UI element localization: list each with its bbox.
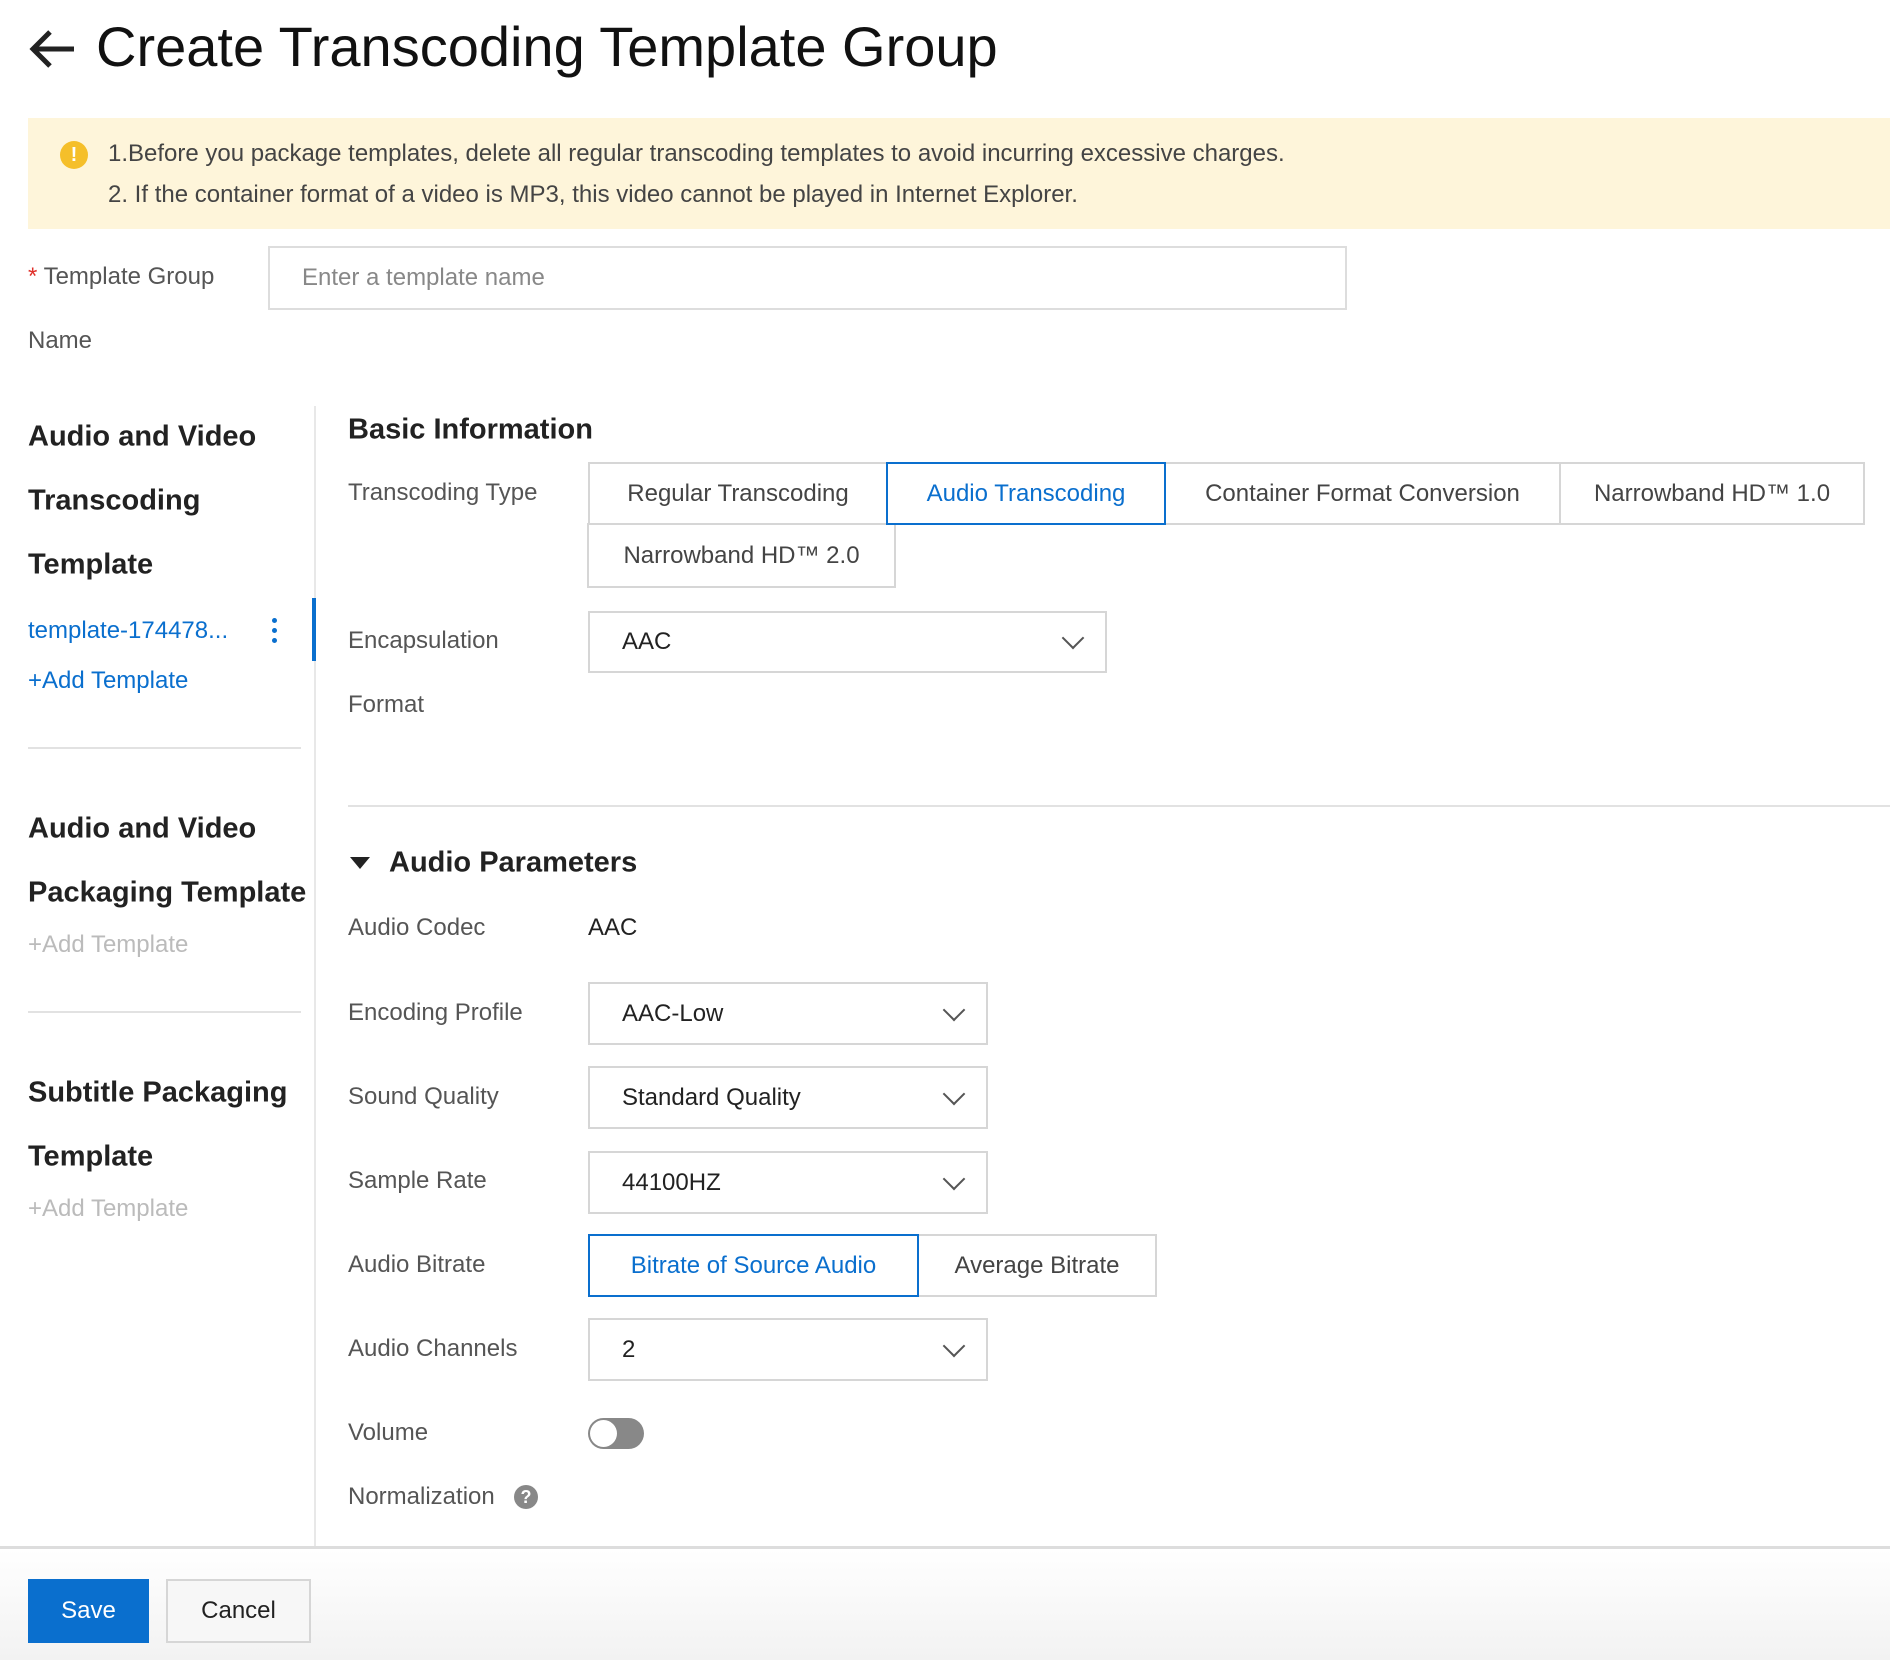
encoding-profile-label: Encoding Profile (348, 999, 523, 1026)
divider (28, 1011, 301, 1013)
sound-quality-label: Sound Quality (348, 1083, 499, 1110)
volume-toggle[interactable] (588, 1418, 644, 1449)
audio-bitrate-label: Audio Bitrate (348, 1251, 486, 1278)
encoding-profile-select[interactable]: AAC-Low (588, 982, 988, 1045)
notice-line: 1.Before you package templates, delete a… (108, 140, 1285, 167)
section-title: Transcoding (28, 484, 201, 517)
add-subtitle-template: +Add Template (28, 1195, 189, 1222)
more-icon[interactable] (272, 618, 278, 643)
chevron-down-icon (1061, 626, 1085, 650)
add-transcoding-template[interactable]: +Add Template (28, 667, 188, 695)
chevron-down-icon (942, 1334, 966, 1357)
tab-narrowband-hd-2[interactable]: Narrowband HD™ 2.0 (587, 523, 896, 588)
notice-banner: 1.Before you package templates, delete a… (28, 118, 1890, 229)
audio-codec-label: Audio Codec (348, 914, 486, 941)
notice-line: 2. If the container format of a video is… (108, 181, 1078, 208)
section-title: Audio and Video (28, 420, 257, 453)
select-value: AAC-Low (622, 999, 724, 1027)
caret-down-icon[interactable] (350, 857, 370, 869)
cancel-button[interactable]: Cancel (166, 1579, 311, 1643)
divider (28, 747, 301, 749)
warning-icon: ! (60, 141, 88, 169)
section-title: Subtitle Packaging (28, 1076, 288, 1109)
transcoding-type-label: Transcoding Type (348, 479, 538, 506)
audio-params-heading[interactable]: Audio Parameters (389, 847, 637, 880)
bitrate-source-option[interactable]: Bitrate of Source Audio (588, 1234, 919, 1297)
chevron-down-icon (942, 1167, 966, 1190)
label-text: Template Group (43, 263, 215, 290)
select-value: AAC (622, 628, 672, 655)
divider (348, 805, 1890, 807)
sidebar-item-template[interactable]: template-174478... (28, 617, 228, 645)
toggle-knob (590, 1420, 617, 1447)
template-name-input[interactable]: Enter a template name (268, 246, 1347, 310)
normalization-label: Normalization (348, 1483, 495, 1510)
sidebar-divider (314, 406, 316, 1546)
save-button[interactable]: Save (28, 1579, 149, 1643)
format-label: Encapsulation (348, 627, 499, 654)
volume-label: Volume (348, 1419, 429, 1446)
audio-codec-value: AAC (588, 914, 638, 941)
page-title: Create Transcoding Template Group (96, 15, 998, 78)
chevron-down-icon (942, 998, 966, 1021)
section-title: Template (28, 1140, 154, 1173)
group-name-label-2: Name (28, 327, 93, 354)
sample-rate-select[interactable]: 44100HZ (588, 1151, 988, 1214)
arrow-left-icon[interactable] (26, 22, 80, 76)
select-value: 44100HZ (622, 1168, 721, 1196)
add-packaging-template: +Add Template (28, 931, 189, 958)
group-name-label: * Template Group (28, 263, 214, 291)
tab-container-format-conversion[interactable]: Container Format Conversion (1164, 462, 1561, 525)
select-value: 2 (622, 1335, 636, 1363)
format-label-2: Format (348, 691, 425, 718)
tab-narrowband-hd-1[interactable]: Narrowband HD™ 1.0 (1559, 462, 1865, 525)
active-indicator (312, 598, 316, 661)
tab-audio-transcoding[interactable]: Audio Transcoding (886, 462, 1166, 525)
tab-regular-transcoding[interactable]: Regular Transcoding (588, 462, 888, 525)
section-title: Audio and Video (28, 812, 257, 845)
section-title: Packaging Template (28, 876, 307, 909)
sound-quality-select[interactable]: Standard Quality (588, 1066, 988, 1129)
chevron-down-icon (942, 1082, 966, 1105)
audio-channels-select[interactable]: 2 (588, 1318, 988, 1381)
select-value: Standard Quality (622, 1083, 801, 1111)
bitrate-average-option[interactable]: Average Bitrate (917, 1234, 1157, 1297)
sample-rate-label: Sample Rate (348, 1167, 487, 1194)
question-icon[interactable]: ? (514, 1485, 538, 1509)
audio-channels-label: Audio Channels (348, 1335, 518, 1362)
section-title: Template (28, 548, 154, 581)
format-select[interactable]: AAC (588, 611, 1107, 673)
required-mark: * (28, 263, 38, 290)
basic-info-heading: Basic Information (348, 413, 593, 446)
